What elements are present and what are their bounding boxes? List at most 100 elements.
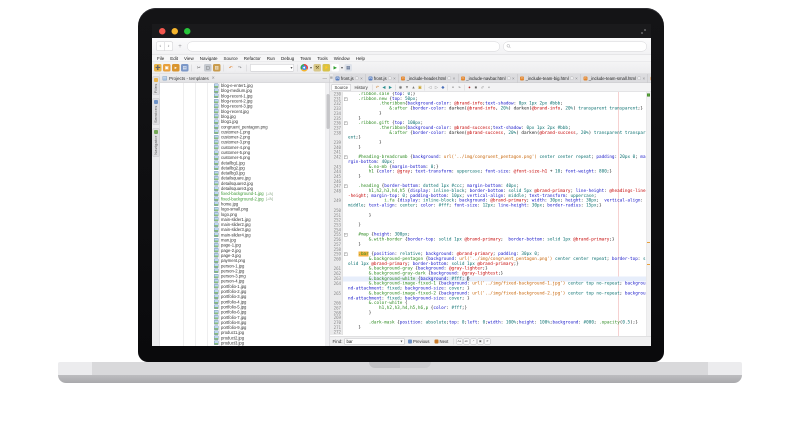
tab-close-icon[interactable]: × [512,76,515,81]
browser-select-dropdown-icon[interactable]: ▾ [310,66,312,71]
uncomment-button[interactable]: × [486,85,492,91]
tab-status-badge [388,77,392,81]
last-edit-button[interactable]: ↶ [375,85,381,91]
highlight-results-toggle[interactable]: ▣ [477,338,483,344]
wrap-around-toggle[interactable]: ↺ [484,338,490,344]
new-tab-button[interactable]: + [176,42,184,52]
tab-close-icon[interactable]: × [360,76,363,81]
next-bookmark-button[interactable]: ▷ [434,85,440,91]
forward-button[interactable]: ▶ [388,85,394,91]
editor-tab-front.js[interactable]: JSfront.js× [333,74,366,83]
history-view-button[interactable]: History [352,84,370,90]
zoom-window-button[interactable] [184,28,191,35]
copy-button[interactable]: ▢ [204,64,212,72]
editor-tab-front.js[interactable]: JSfront.js× [366,74,399,83]
browser-search-field[interactable] [503,41,647,51]
tab-close-icon[interactable]: × [643,76,646,81]
new-project-button[interactable]: ▣ [163,64,171,72]
stop-macro-button[interactable]: ■ [473,85,479,91]
find-input[interactable]: bar ▾ [345,338,405,345]
menu-debug[interactable]: Debug [278,56,297,61]
redo-button[interactable]: ↷ [236,64,244,72]
menu-window[interactable]: Window [331,56,353,61]
cut-button[interactable]: ✂ [195,64,203,72]
new-file-button[interactable]: ➕ [154,64,162,72]
browser-select-button[interactable] [301,64,309,72]
tree-item[interactable]: product3.jpg [160,340,330,345]
run-dropdown-icon[interactable]: ▾ [341,66,343,71]
close-window-button[interactable] [159,28,166,35]
back-button[interactable]: ◀ [381,85,387,91]
fullscreen-expand-icon[interactable] [641,28,646,37]
menu-view[interactable]: View [181,56,197,61]
tab-status-badge [638,77,642,81]
projects-minimize-icon[interactable]: — [323,76,328,81]
open-project-button[interactable]: ▸ [172,64,180,72]
sidebar-tab-navigator[interactable]: Navigator [152,128,159,157]
menu-help[interactable]: Help [353,56,368,61]
match-case-toggle[interactable]: Aa [456,338,462,344]
tab-close-icon[interactable]: × [453,76,456,81]
minimize-window-button[interactable] [172,28,179,35]
menu-run[interactable]: Run [264,56,278,61]
shift-right-button[interactable]: » [457,85,463,91]
project-file-tree[interactable]: blog-e-enter1.jpgblog-medium.jpgblog-rec… [160,83,330,346]
fold-collapse-icon[interactable]: − [344,253,348,257]
shift-left-button[interactable]: « [450,85,456,91]
editor-tab-_include-team-big.html[interactable]: <>_include-team-big.html× [518,74,581,83]
error-stripe[interactable] [646,92,651,336]
window-layout-button[interactable]: ▦ [345,64,353,72]
projects-scrollbar[interactable] [326,83,330,346]
menu-tools[interactable]: Tools [314,56,331,61]
code-line[interactable]: 272 [330,330,646,335]
projects-close-icon[interactable]: × [212,76,215,82]
find-dropdown-icon[interactable]: ▾ [401,339,403,344]
editor-tab-index.html[interactable]: <>index.html× [648,74,651,83]
build-project-button[interactable]: ⚒ [314,64,322,72]
undo-button[interactable]: ↶ [227,64,235,72]
find-previous-button[interactable]: ▲ [411,85,417,91]
menu-edit[interactable]: Edit [167,56,181,61]
fold-collapse-icon[interactable]: − [344,156,348,160]
regular-expression-toggle[interactable]: .* [470,338,476,344]
code-line[interactable]: 249 i.fa {display: inline-block; backgro… [330,199,646,209]
tab-close-icon[interactable]: × [393,76,396,81]
fold-collapse-icon[interactable]: − [344,122,348,126]
menu-file[interactable]: File [154,56,167,61]
debug-project-button[interactable]: ⚡ [323,64,331,72]
previous-bookmark-button[interactable]: ◁ [427,85,433,91]
whole-words-toggle[interactable]: ab [463,338,469,344]
start-macro-button[interactable]: ● [467,85,473,91]
tab-close-icon[interactable]: × [575,76,578,81]
browser-back-button[interactable]: ‹ [156,42,165,52]
address-bar[interactable] [187,41,500,51]
find-selection-button[interactable]: ◉ [398,85,404,91]
menu-team[interactable]: Team [297,56,314,61]
menu-refactor[interactable]: Refactor [241,56,264,61]
fold-collapse-icon[interactable]: − [344,233,348,237]
paste-button[interactable]: ▥ [213,64,221,72]
fold-collapse-icon[interactable]: − [344,185,348,189]
editor-tab-_include-team-small.html[interactable]: <>_include-team-small.html× [581,74,648,83]
editor-tab-_include-header.html[interactable]: <>_include-header.html× [399,74,459,83]
toggle-highlight-button[interactable]: ▣ [417,85,423,91]
code-editor[interactable]: 230 .ribbon.sale {top: 0;}231− .ribbon.n… [330,92,651,336]
run-project-button[interactable]: ▶ [332,64,340,72]
find-next-button[interactable]: ▼ [404,85,410,91]
menu-navigate[interactable]: Navigate [197,56,221,61]
projects-panel-header[interactable]: Projects - templates × — [160,74,330,83]
menu-source[interactable]: Source [220,56,240,61]
find-next-button[interactable]: Next [433,339,450,344]
browser-forward-button[interactable]: › [165,42,174,52]
sidebar-tab-files[interactable]: Files [152,76,159,95]
toggle-bookmark-button[interactable]: ◆ [440,85,446,91]
editor-tab-_include-navbar.html[interactable]: <>_include-navbar.html× [458,74,517,83]
comment-button[interactable]: // [480,85,486,91]
configuration-combobox-dropdown[interactable]: ▾ [250,64,294,72]
find-previous-button[interactable]: Previous [407,339,432,344]
sidebar-tab-services[interactable]: Services [152,98,159,125]
tab-label: _include-header.html [407,76,446,81]
save-all-button[interactable]: ▤ [181,64,189,72]
source-view-button[interactable]: Source [332,84,351,91]
fold-collapse-icon[interactable]: − [344,97,348,101]
